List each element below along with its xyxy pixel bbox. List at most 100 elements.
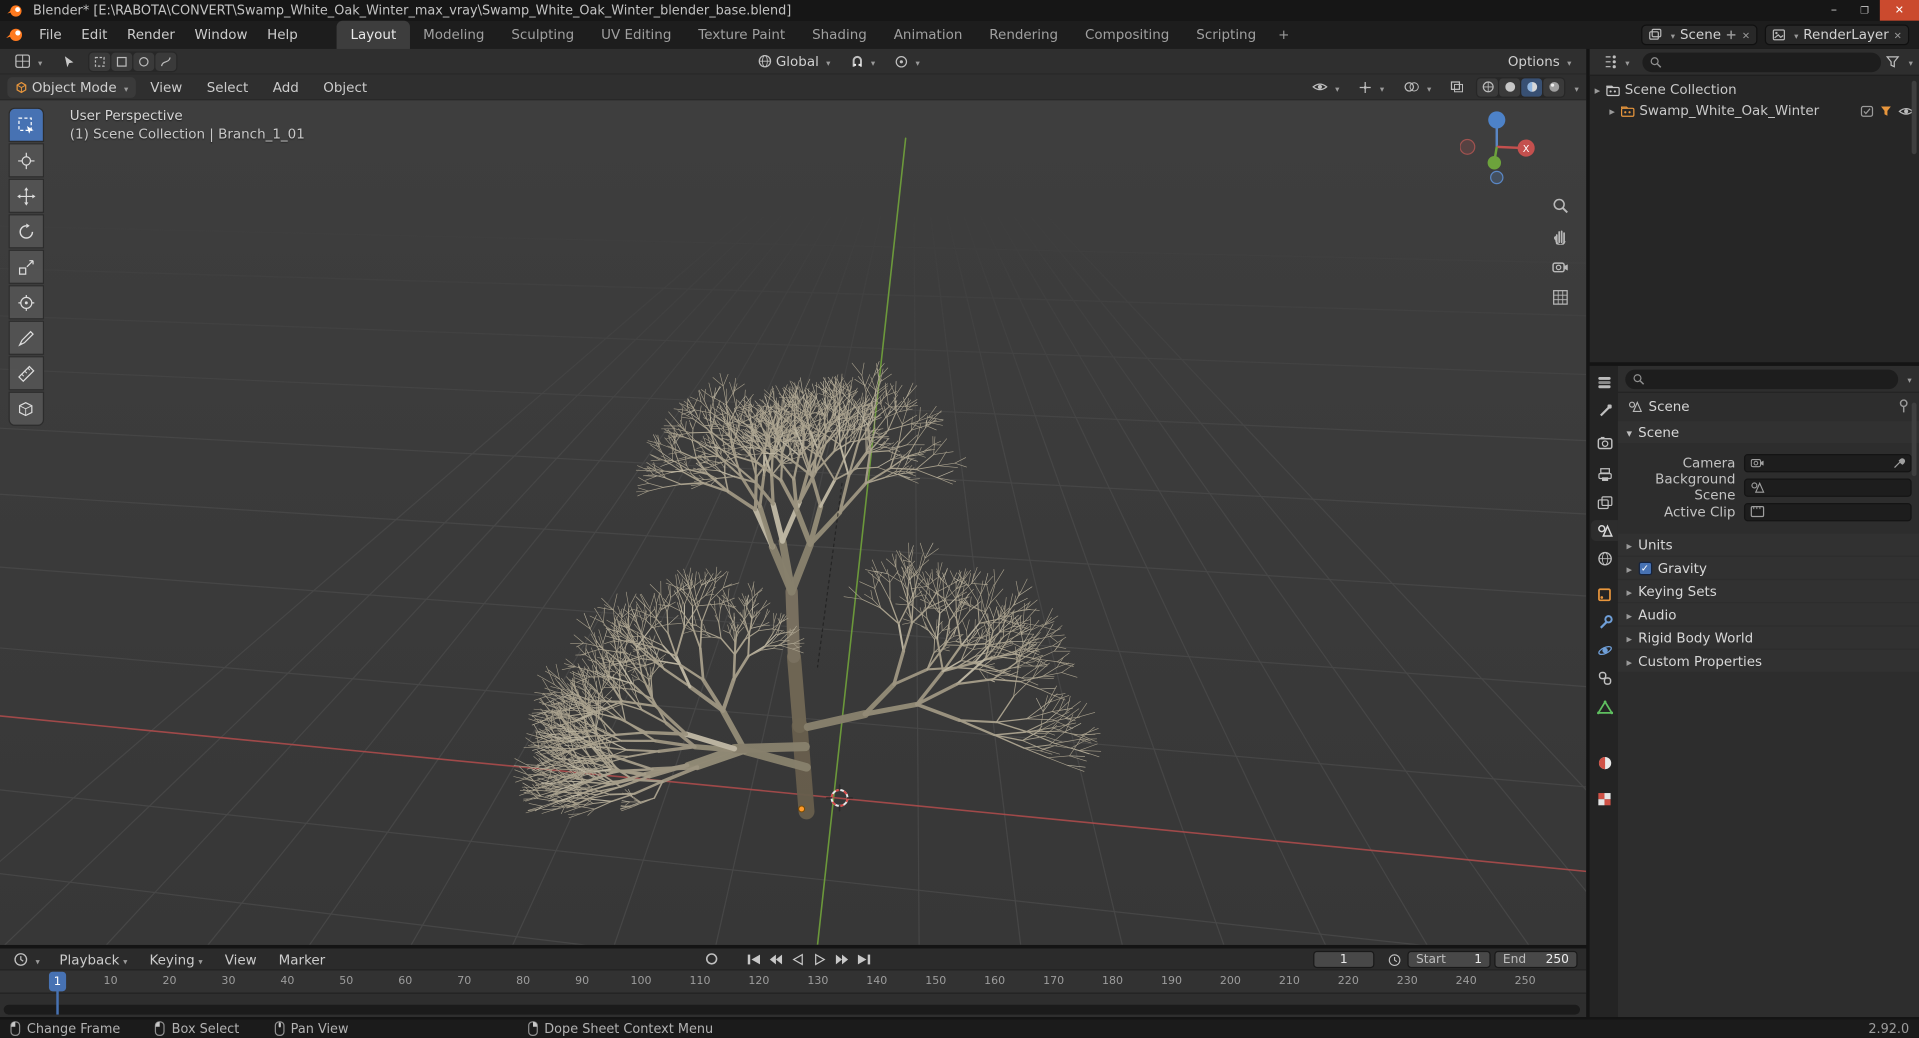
shading-solid[interactable] [1499,77,1521,97]
tab-output[interactable] [1591,464,1618,485]
chevron-down-icon[interactable] [1905,54,1913,70]
tab-world[interactable] [1591,548,1618,569]
outliner-scrollbar[interactable] [1911,80,1917,155]
tab-object[interactable] [1591,584,1618,605]
menu-window[interactable]: Window [185,21,258,49]
keying-sets-panel-header[interactable]: Keying Sets [1617,580,1919,603]
tab-layout[interactable]: Layout [336,20,410,49]
snapping-dropdown[interactable] [843,51,883,72]
jump-to-end-button[interactable] [854,950,872,968]
shading-material-preview[interactable] [1521,77,1543,97]
auto-keyframe-toggle[interactable] [702,950,720,968]
tab-compositing[interactable]: Compositing [1071,21,1182,49]
tab-modifiers[interactable] [1591,612,1618,633]
play-button[interactable] [810,950,828,968]
exclude-checkbox-icon[interactable] [1860,105,1874,117]
gizmos-dropdown[interactable] [1352,76,1392,97]
options-dropdown[interactable]: Options [1500,51,1578,72]
timeline-editor-selector[interactable] [6,949,47,970]
timeline-menu-keying[interactable]: Keying [140,948,213,970]
view-layer-selector[interactable]: RenderLayer [1764,24,1910,46]
tab-physics[interactable] [1591,640,1618,661]
camera-field[interactable] [1743,453,1912,472]
audio-panel-header[interactable]: Audio [1617,603,1919,626]
filter-dropdown-icon[interactable] [1904,371,1912,387]
play-reverse-button[interactable] [788,950,806,968]
select-mode-2[interactable] [110,52,132,71]
annotate-tool[interactable] [8,320,45,355]
outliner-row-swamp-white-oak[interactable]: Swamp_White_Oak_Winter [1590,100,1919,121]
shading-wireframe[interactable] [1477,77,1499,97]
eyedropper-icon[interactable] [1893,456,1906,468]
tab-render[interactable] [1591,432,1618,453]
tab-material[interactable] [1591,753,1618,774]
new-scene-icon[interactable] [1726,29,1737,40]
viewport-menu-add[interactable]: Add [263,79,309,95]
gravity-panel-header[interactable]: Gravity [1617,556,1919,579]
menu-help[interactable]: Help [257,21,307,49]
show-object-types-dropdown[interactable] [1305,76,1347,97]
use-preview-range-icon[interactable] [1385,951,1403,969]
camera-view-icon[interactable] [1549,256,1571,278]
playhead-marker[interactable]: 1 [48,971,67,992]
tab-animation[interactable]: Animation [880,21,976,49]
end-frame-field[interactable]: End 250 [1494,950,1578,969]
timeline-ruler[interactable]: 1102030405060708090100110120130140150160… [0,970,1587,994]
viewport-menu-view[interactable]: View [141,79,193,95]
outliner-row-scene-collection[interactable]: Scene Collection [1590,80,1919,101]
properties-scrollbar[interactable] [1911,402,1917,477]
tab-view-layer[interactable] [1591,492,1618,513]
tab-rendering[interactable]: Rendering [976,21,1072,49]
add-cube-tool[interactable] [8,391,45,426]
measure-tool[interactable] [8,356,45,391]
timeline-track-area[interactable] [0,993,1587,1018]
navigation-gizmo[interactable]: X [1460,110,1536,186]
gravity-checkbox[interactable] [1638,561,1652,575]
rigid-body-world-panel-header[interactable]: Rigid Body World [1617,626,1919,649]
blender-menu-icon[interactable] [0,21,29,49]
perspective-toggle-icon[interactable] [1549,286,1571,308]
viewport-3d-canvas[interactable] [0,100,1587,945]
jump-to-start-button[interactable] [744,950,762,968]
start-frame-field[interactable]: Start 1 [1407,950,1491,969]
mode-dropdown[interactable]: Object Mode [7,76,136,98]
select-mode-4[interactable] [154,52,176,71]
zoom-icon[interactable] [1549,195,1571,217]
timeline-menu-view[interactable]: View [215,948,267,970]
pin-icon[interactable] [1898,399,1909,414]
tab-scene[interactable] [1591,520,1618,541]
outliner-search-field[interactable] [1641,52,1882,72]
tab-shading[interactable]: Shading [799,21,881,49]
cursor-tool[interactable] [8,143,45,178]
proportional-editing-dropdown[interactable] [887,51,927,72]
tab-texture[interactable] [1591,788,1618,809]
close-button[interactable] [1879,0,1919,21]
expand-icon[interactable] [1609,103,1615,119]
unlink-scene-icon[interactable] [1742,27,1750,43]
viewport-menu-object[interactable]: Object [313,79,376,95]
scene-panel-header[interactable]: Scene [1617,421,1919,444]
active-clip-field[interactable] [1743,502,1912,521]
tab-object-data[interactable] [1591,696,1618,717]
viewport-canvas-area[interactable]: User Perspective (1) Scene Collection | … [0,100,1587,945]
current-frame-field[interactable]: 1 [1313,950,1375,969]
holdout-funnel-icon[interactable] [1880,105,1892,117]
move-tool[interactable] [8,178,45,213]
tab-modeling[interactable]: Modeling [410,21,498,49]
tab-sculpting[interactable]: Sculpting [498,21,588,49]
transform-tool[interactable] [8,285,45,320]
maximize-button[interactable] [1849,0,1880,21]
background-scene-field[interactable] [1743,477,1912,497]
expand-icon[interactable] [1595,82,1601,98]
tab-texture-paint[interactable]: Texture Paint [685,21,799,49]
properties-search-field[interactable] [1625,368,1899,389]
next-keyframe-button[interactable] [832,950,850,968]
scene-selector[interactable]: Scene [1641,24,1758,46]
custom-properties-panel-header[interactable]: Custom Properties [1617,649,1919,672]
select-mode-1[interactable] [88,52,110,71]
remove-view-layer-icon[interactable] [1894,27,1902,43]
menu-render[interactable]: Render [117,21,185,49]
timeline-menu-marker[interactable]: Marker [269,948,335,970]
timeline-horizontal-scrollbar[interactable] [3,1004,1580,1015]
filter-funnel-icon[interactable] [1886,55,1901,68]
